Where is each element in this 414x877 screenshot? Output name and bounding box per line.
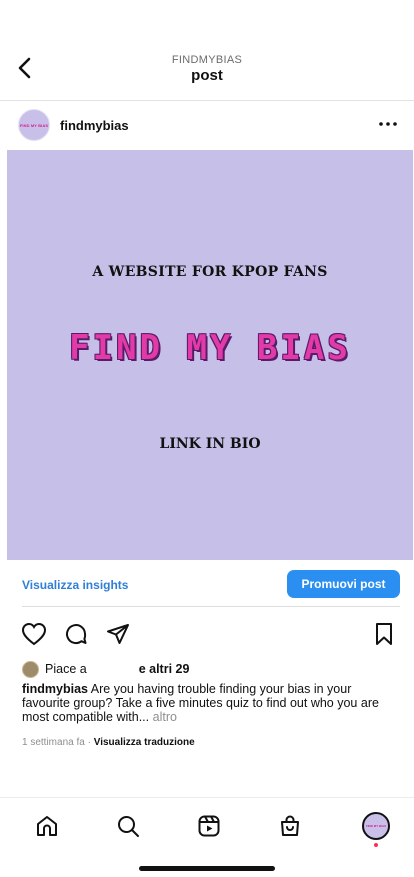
nav-search[interactable] xyxy=(112,810,144,842)
share-icon xyxy=(107,624,129,644)
avatar[interactable]: FIND MY BIAS xyxy=(18,109,50,141)
likes-suffix: e altri 29 xyxy=(138,662,190,676)
caption-username[interactable]: findmybias xyxy=(22,682,88,696)
caption-more-link[interactable]: altro xyxy=(153,710,177,724)
nav-reels[interactable] xyxy=(193,810,225,842)
more-icon xyxy=(379,122,397,126)
header-title: post xyxy=(191,67,223,84)
likes-prefix: Piace a xyxy=(45,662,87,676)
comment-icon xyxy=(66,624,87,645)
header-subtitle: FINDMYBIAS xyxy=(171,54,243,66)
header-divider xyxy=(0,100,414,101)
profile-username[interactable]: findmybias xyxy=(60,118,129,133)
likes-row[interactable]: Piace a e altri 29 xyxy=(22,659,400,679)
profile-avatar-icon: FIND MY BIAS xyxy=(362,812,390,840)
avatar-text: FIND MY BIAS xyxy=(19,122,49,128)
reels-icon xyxy=(198,815,220,837)
more-options-button[interactable] xyxy=(376,114,400,134)
heart-icon xyxy=(21,622,47,646)
top-header: FINDMYBIAS post xyxy=(0,0,414,100)
home-indicator xyxy=(139,866,275,871)
post-image-logo: FIND MY BIAS xyxy=(69,328,351,368)
post-image-tagline: A WEBSITE FOR KPOP FANS xyxy=(92,264,328,280)
post-meta: 1 settimana fa · Visualizza traduzione xyxy=(22,737,195,748)
like-button[interactable] xyxy=(20,620,48,648)
meta-separator: · xyxy=(87,737,91,748)
home-icon xyxy=(37,816,57,836)
post-image-cta: LINK IN BIO xyxy=(159,436,261,452)
nav-profile[interactable]: FIND MY BIAS xyxy=(360,810,392,842)
save-button[interactable] xyxy=(370,620,398,648)
bookmark-icon xyxy=(376,623,392,645)
bottom-nav-divider xyxy=(0,797,414,798)
search-icon xyxy=(118,816,139,837)
nav-avatar-text: FIND MY BIAS xyxy=(365,824,387,828)
view-translation-link[interactable]: Visualizza traduzione xyxy=(94,737,195,748)
nav-home[interactable] xyxy=(31,810,63,842)
header-titles: FINDMYBIAS post xyxy=(0,54,414,84)
promote-post-button[interactable]: Promuovi post xyxy=(287,570,400,598)
nav-shop[interactable] xyxy=(274,810,306,842)
share-button[interactable] xyxy=(104,620,132,648)
comment-button[interactable] xyxy=(62,620,90,648)
notification-dot xyxy=(374,843,378,847)
insights-divider xyxy=(22,606,400,607)
shop-icon xyxy=(281,815,299,836)
post-image[interactable]: A WEBSITE FOR KPOP FANS FIND MY BIAS LIN… xyxy=(7,150,413,560)
post-caption: findmybias Are you having trouble findin… xyxy=(22,682,380,724)
insights-row: Visualizza insights Promuovi post xyxy=(0,566,414,604)
post-actions xyxy=(0,616,414,652)
liker-avatar xyxy=(22,660,39,678)
post-profile-row: FIND MY BIAS findmybias xyxy=(0,102,414,148)
view-insights-link[interactable]: Visualizza insights xyxy=(22,578,128,592)
post-timestamp: 1 settimana fa xyxy=(22,737,85,748)
bottom-nav: FIND MY BIAS xyxy=(0,806,414,850)
